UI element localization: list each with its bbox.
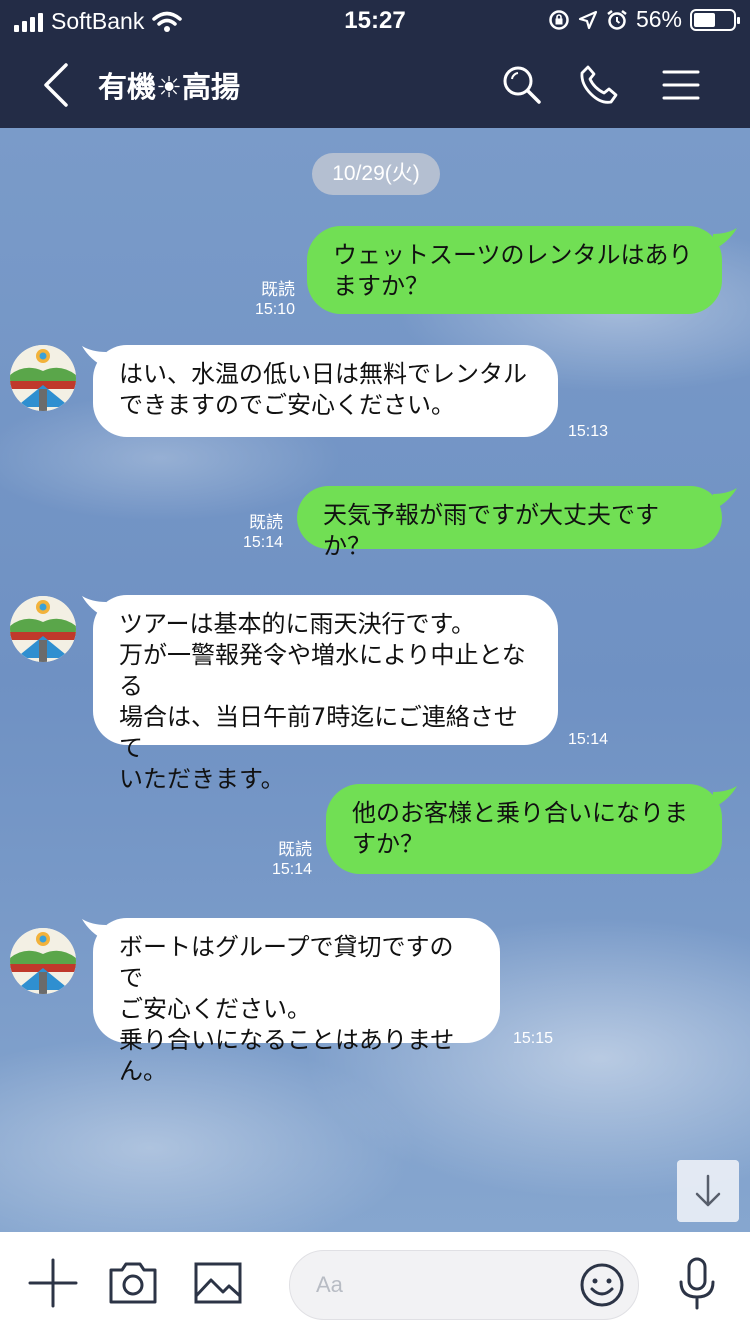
status-right: 56% bbox=[548, 6, 740, 33]
input-bar bbox=[0, 1232, 750, 1334]
message-input-box[interactable] bbox=[289, 1250, 639, 1320]
outgoing-message[interactable]: 天気予報が雨ですが大丈夫ですか？ bbox=[297, 486, 722, 560]
message-time: 15:14 bbox=[568, 731, 609, 748]
message-meta: 既読 15:10 bbox=[240, 280, 295, 320]
back-icon[interactable] bbox=[36, 60, 76, 110]
mic-icon[interactable] bbox=[670, 1256, 724, 1310]
date-separator: 10/29(火) bbox=[312, 153, 440, 195]
message-time: 15:15 bbox=[513, 1030, 554, 1047]
outgoing-message[interactable]: 他のお客様と乗り合いになりま すか？ bbox=[326, 784, 722, 874]
chat-title: 有機☀高揚 bbox=[98, 70, 240, 104]
chat-area[interactable]: 10/29(火) 既読 15:10 ウェットスーツのレンタルはあり ますか？ は… bbox=[0, 128, 750, 1232]
outgoing-message[interactable]: ウェットスーツのレンタルはあり ますか？ bbox=[307, 226, 722, 314]
chat-header: 有機☀高揚 bbox=[0, 42, 750, 128]
incoming-message[interactable]: ボートはグループで貸切ですので ご安心ください。 乗り合いになることはありません… bbox=[93, 918, 500, 1085]
message-time: 15:13 bbox=[568, 423, 609, 440]
emoji-icon[interactable] bbox=[578, 1261, 626, 1309]
incoming-message[interactable]: ツアーは基本的に雨天決行です。 万が一警報発令や増水により中止となる 場合は、当… bbox=[93, 595, 558, 793]
incoming-message[interactable]: はい、水温の低い日は無料でレンタル できますのでご安心ください。 bbox=[93, 345, 558, 437]
read-receipt: 既読 bbox=[278, 840, 312, 859]
avatar[interactable] bbox=[10, 596, 76, 662]
message-time: 15:14 bbox=[271, 861, 312, 878]
phone-icon[interactable] bbox=[574, 60, 624, 110]
read-receipt: 既読 bbox=[249, 513, 283, 532]
image-icon[interactable] bbox=[191, 1256, 245, 1310]
message-time: 15:10 bbox=[254, 301, 295, 318]
message-meta: 既読 15:14 bbox=[228, 513, 283, 553]
message-input[interactable] bbox=[316, 1267, 566, 1303]
battery-icon bbox=[690, 8, 740, 31]
camera-icon[interactable] bbox=[106, 1256, 160, 1310]
menu-icon[interactable] bbox=[656, 60, 706, 110]
arrow-down-icon[interactable] bbox=[677, 1160, 739, 1222]
message-time: 15:14 bbox=[242, 534, 283, 551]
avatar[interactable] bbox=[10, 928, 76, 994]
battery-percent: 56% bbox=[635, 6, 682, 32]
top-bar: SoftBank 15:27 56% 有機☀高揚 bbox=[0, 0, 750, 128]
read-receipt: 既読 bbox=[261, 280, 295, 299]
alarm-icon bbox=[607, 9, 627, 30]
search-icon[interactable] bbox=[497, 60, 547, 110]
rotation-lock-icon bbox=[549, 9, 569, 30]
status-bar: SoftBank 15:27 56% bbox=[0, 0, 750, 42]
avatar[interactable] bbox=[10, 345, 76, 411]
message-meta: 既読 15:14 bbox=[257, 840, 312, 880]
location-icon bbox=[578, 10, 598, 29]
plus-icon[interactable] bbox=[26, 1256, 80, 1310]
